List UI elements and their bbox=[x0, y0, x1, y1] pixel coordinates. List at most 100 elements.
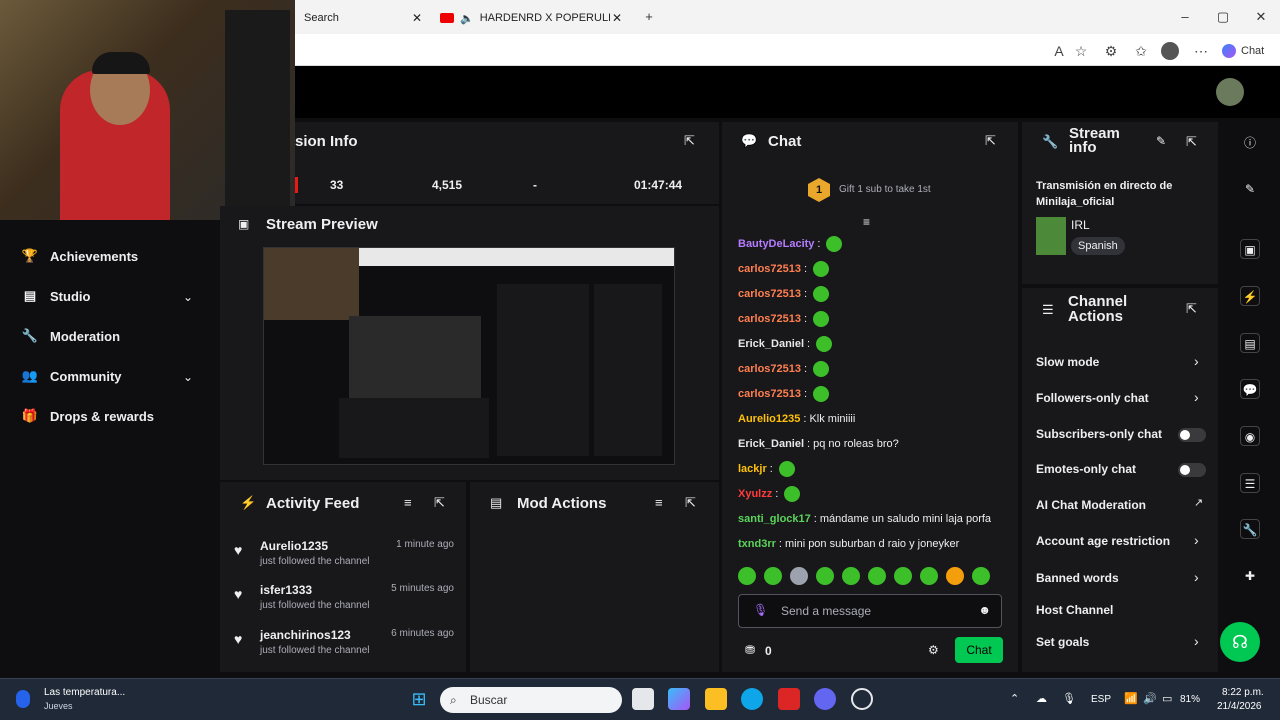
popout-icon[interactable]: ⇱ bbox=[684, 133, 695, 149]
window-close-icon[interactable]: ✕ bbox=[1252, 8, 1270, 26]
chatgpt-icon[interactable] bbox=[851, 688, 873, 710]
read-aloud-icon[interactable]: A bbox=[1050, 42, 1068, 60]
category-name[interactable]: IRL bbox=[1071, 218, 1090, 232]
popout-icon[interactable]: ⇱ bbox=[1186, 134, 1197, 150]
popout-icon[interactable]: ⇱ bbox=[434, 495, 445, 511]
minimize-icon[interactable]: – bbox=[1176, 8, 1194, 26]
sidebar-item-moderation[interactable]: 🔧 Moderation bbox=[20, 324, 200, 348]
maximize-icon[interactable]: ▢ bbox=[1214, 8, 1232, 26]
chat-message[interactable]: lackjr: bbox=[738, 460, 795, 478]
task-view-icon[interactable] bbox=[632, 688, 654, 710]
sidebar-item-community[interactable]: 👥 Community bbox=[20, 364, 200, 388]
emote-icon[interactable] bbox=[778, 461, 795, 477]
browser-tab-youtube[interactable]: 🔈 HARDENRD X POPERULIN - U ✕ bbox=[436, 6, 626, 30]
browser-tab-search[interactable]: Search ✕ bbox=[296, 6, 428, 30]
preview-thumbnail[interactable] bbox=[263, 247, 675, 465]
chat-username[interactable]: carlos72513 bbox=[738, 363, 801, 375]
speaker-icon[interactable]: 🔈 bbox=[460, 12, 474, 25]
emote-quick-icon[interactable] bbox=[764, 567, 782, 585]
chat-message[interactable]: BautyDeLacity: bbox=[738, 235, 843, 253]
emote-quick-icon[interactable] bbox=[946, 567, 964, 585]
chat-username[interactable]: Xyulzz bbox=[738, 488, 772, 500]
emote-quick-icon[interactable] bbox=[738, 567, 756, 585]
feed-user[interactable]: isfer1333 bbox=[260, 583, 312, 597]
filter-icon[interactable]: ≡ bbox=[404, 495, 412, 510]
microphone-icon[interactable]: 🎙 bbox=[753, 603, 768, 617]
chat-username[interactable]: santi_glock17 bbox=[738, 513, 811, 525]
weather-icon[interactable] bbox=[16, 690, 30, 708]
chat-username[interactable]: carlos72513 bbox=[738, 313, 801, 325]
emoji-icon[interactable]: ☻ bbox=[978, 603, 991, 617]
action-emotes-only[interactable]: Emotes-only chat bbox=[1036, 459, 1136, 479]
chat-username[interactable]: BautyDeLacity bbox=[738, 238, 814, 250]
action-banned-words[interactable]: Banned words bbox=[1036, 568, 1119, 588]
chevron-right-icon[interactable]: › bbox=[1194, 389, 1199, 405]
weather-title[interactable]: Las temperatura... bbox=[44, 687, 125, 698]
chat-message[interactable]: Aurelio1235: Klk miniiii bbox=[738, 410, 855, 428]
emote-icon[interactable] bbox=[813, 386, 830, 402]
close-icon[interactable]: ✕ bbox=[612, 11, 622, 25]
chat-message[interactable]: Xyulzz: bbox=[738, 485, 801, 503]
emote-quick-icon[interactable] bbox=[868, 567, 886, 585]
tag-chip[interactable]: Spanish bbox=[1071, 237, 1125, 255]
onedrive-icon[interactable]: ☁ bbox=[1036, 692, 1047, 705]
action-subscribers-only[interactable]: Subscribers-only chat bbox=[1036, 424, 1162, 444]
chat-message[interactable]: carlos72513: bbox=[738, 260, 830, 278]
chat-username[interactable]: carlos72513 bbox=[738, 288, 801, 300]
gift-sub-text[interactable]: Gift 1 sub to take 1st bbox=[839, 184, 931, 195]
chevron-right-icon[interactable]: › bbox=[1194, 633, 1199, 649]
actions-toggle-icon[interactable]: ☰ bbox=[1240, 473, 1260, 493]
list-item[interactable]: ♥ jeanchirinos123 6 minutes ago just fol… bbox=[230, 626, 460, 666]
copilot-app-icon[interactable] bbox=[668, 688, 690, 710]
stream-info-toggle-icon[interactable]: 🔧 bbox=[1240, 519, 1260, 539]
chevron-right-icon[interactable]: › bbox=[1194, 532, 1199, 548]
pencil-icon[interactable]: ✎ bbox=[1240, 179, 1260, 199]
points-icon[interactable]: ⛃ bbox=[745, 643, 755, 657]
chat-username[interactable]: carlos72513 bbox=[738, 388, 801, 400]
favorite-icon[interactable]: ☆ bbox=[1072, 42, 1090, 60]
list-item[interactable]: ♥ isfer1333 5 minutes ago just followed … bbox=[230, 581, 460, 621]
list-item[interactable]: ♥ Aurelio1235 1 minute ago just followed… bbox=[230, 537, 460, 577]
wifi-icon[interactable]: 📶 bbox=[1124, 692, 1138, 705]
clock-date[interactable]: 21/4/2026 bbox=[1217, 701, 1262, 712]
settings-icon[interactable]: ⚙ bbox=[928, 643, 939, 657]
emote-quick-icon[interactable] bbox=[894, 567, 912, 585]
action-followers-only[interactable]: Followers-only chat bbox=[1036, 388, 1149, 408]
extensions-icon[interactable]: ⚙ bbox=[1102, 42, 1120, 60]
battery-icon[interactable]: ▭ bbox=[1162, 692, 1172, 705]
chat-username[interactable]: lackjr bbox=[738, 463, 767, 475]
popout-icon[interactable]: ⇱ bbox=[1186, 301, 1197, 317]
chat-message[interactable]: carlos72513: bbox=[738, 310, 830, 328]
chat-send-button[interactable]: Chat bbox=[955, 637, 1003, 663]
popout-icon[interactable]: ⇱ bbox=[685, 495, 696, 511]
chat-username[interactable]: txnd3rr bbox=[738, 538, 776, 550]
copilot-chat-button[interactable]: Chat bbox=[1222, 42, 1264, 60]
emote-icon[interactable] bbox=[813, 286, 830, 302]
emote-quick-icon[interactable] bbox=[972, 567, 990, 585]
sidebar-item-studio[interactable]: ▤ Studio bbox=[20, 284, 200, 308]
edit-icon[interactable]: ✎ bbox=[1156, 134, 1166, 148]
edge-icon[interactable] bbox=[741, 688, 763, 710]
more-icon[interactable]: ⋯ bbox=[1192, 42, 1210, 60]
feed-user[interactable]: jeanchirinos123 bbox=[260, 628, 351, 642]
emote-icon[interactable] bbox=[813, 261, 830, 277]
antivirus-icon[interactable] bbox=[778, 688, 800, 710]
emote-icon[interactable] bbox=[826, 236, 843, 252]
action-ai-moderation[interactable]: AI Chat Moderation bbox=[1036, 495, 1146, 515]
action-host-channel[interactable]: Host Channel bbox=[1036, 600, 1113, 620]
emote-icon[interactable] bbox=[784, 486, 801, 502]
emote-quick-icon[interactable] bbox=[842, 567, 860, 585]
chat-message[interactable]: Erick_Daniel: bbox=[738, 335, 833, 353]
emotes-only-toggle[interactable] bbox=[1178, 463, 1206, 477]
chat-username[interactable]: Erick_Daniel bbox=[738, 338, 804, 350]
chat-toggle-icon[interactable]: 💬 bbox=[1240, 379, 1260, 399]
chevron-down-icon[interactable]: ⌄ bbox=[183, 370, 193, 384]
action-account-age[interactable]: Account age restriction bbox=[1036, 531, 1170, 551]
action-set-goals[interactable]: Set goals bbox=[1036, 632, 1089, 652]
activity-toggle-icon[interactable]: ⚡ bbox=[1240, 286, 1260, 306]
discord-icon[interactable] bbox=[814, 688, 836, 710]
tray-chevron-icon[interactable]: ⌃ bbox=[1010, 692, 1019, 705]
chat-message[interactable]: carlos72513: bbox=[738, 285, 830, 303]
chat-username[interactable]: Aurelio1235 bbox=[738, 413, 800, 425]
chat-message[interactable]: txnd3rr: mini pon suburban d raio y joney… bbox=[738, 535, 959, 553]
